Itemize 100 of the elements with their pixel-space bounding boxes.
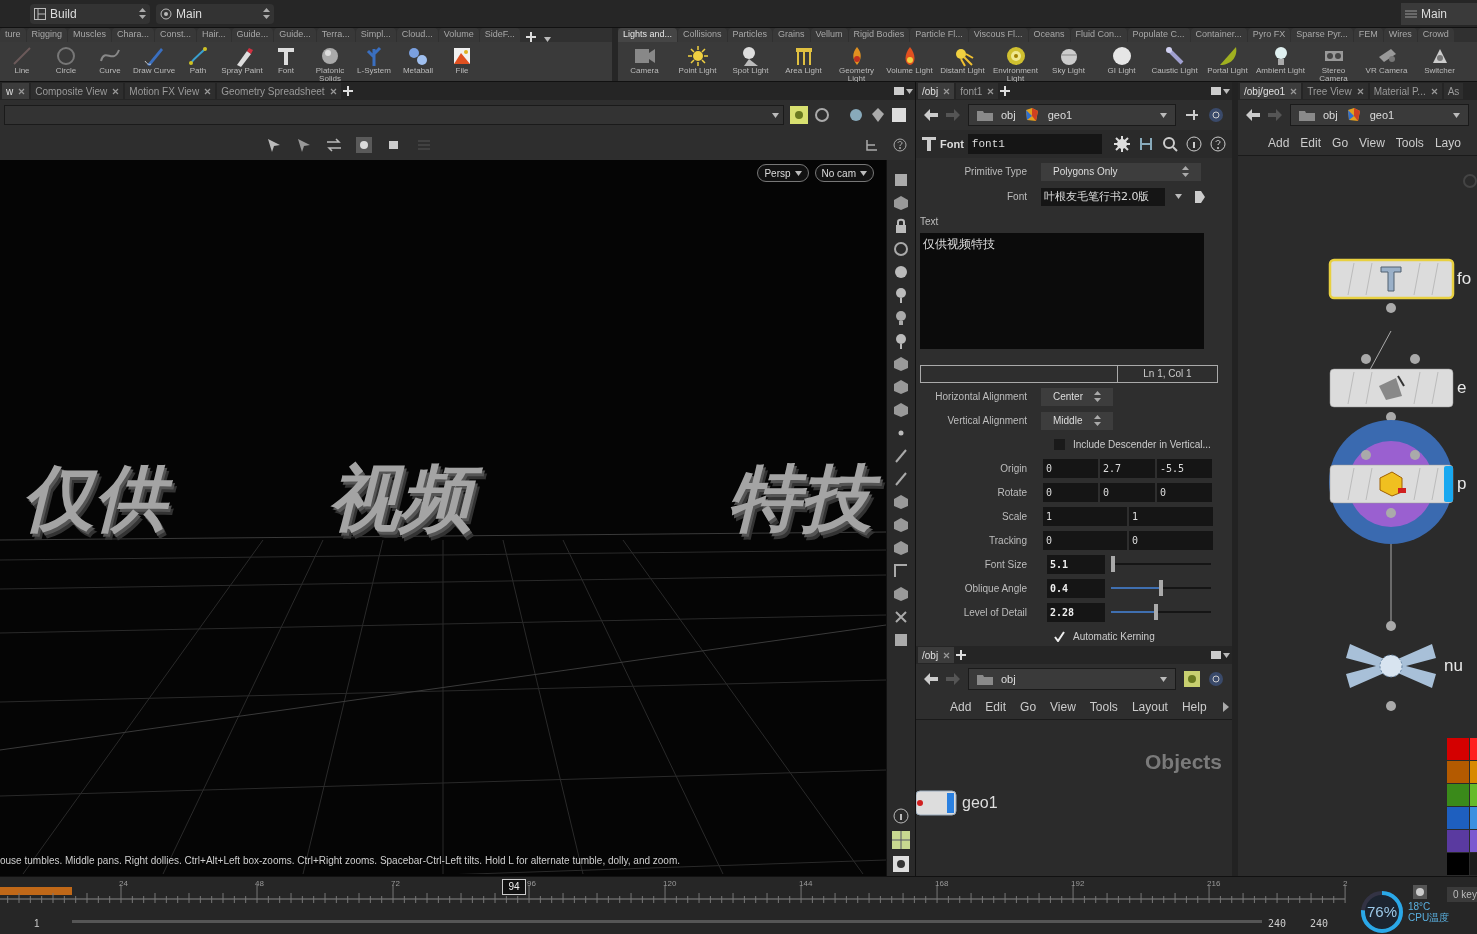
shelf-tab[interactable]: Crowd: [1417, 28, 1454, 42]
number-field[interactable]: 2.7: [1100, 458, 1155, 478]
back-arrow-icon[interactable]: [924, 673, 938, 685]
eye-icon[interactable]: [893, 856, 909, 872]
close-icon[interactable]: [204, 87, 212, 95]
number-field[interactable]: 2.28: [1047, 602, 1105, 622]
menu-item[interactable]: Layo: [1434, 133, 1461, 152]
shelf-tab[interactable]: ture: [0, 28, 26, 42]
realtime-icon[interactable]: [1413, 885, 1427, 899]
shelf-tool[interactable]: Camera: [618, 45, 671, 75]
plus-icon[interactable]: [1000, 86, 1011, 96]
file-chooser-icon[interactable]: [1193, 189, 1207, 204]
dropdown-menu[interactable]: Polygons Only: [1041, 162, 1201, 181]
pane-tab[interactable]: w: [2, 83, 30, 99]
caret-icon[interactable]: [1223, 88, 1230, 94]
updown-arrows-icon[interactable]: [139, 8, 146, 19]
pane-tab[interactable]: /obj: [918, 83, 955, 99]
menu-item[interactable]: Layout: [1131, 697, 1168, 716]
shelf-tab[interactable]: SideF...: [479, 28, 520, 42]
close-icon[interactable]: [943, 87, 951, 95]
shelf-tool[interactable]: Switcher: [1413, 45, 1466, 75]
slider-track[interactable]: [1111, 580, 1211, 597]
cube-icon[interactable]: [893, 195, 909, 211]
pane-tab[interactable]: font1: [956, 83, 999, 99]
back-arrow-icon[interactable]: [1246, 109, 1260, 121]
back-arrow-icon[interactable]: [924, 109, 938, 121]
shelf-tab[interactable]: Viscous Fl...: [968, 28, 1028, 42]
shelf-tool[interactable]: Area Light: [777, 45, 830, 75]
shelf-tab[interactable]: Collisions: [678, 28, 727, 42]
gear-icon[interactable]: [1114, 136, 1130, 152]
plus-icon[interactable]: [956, 650, 967, 660]
cube-icon[interactable]: [893, 540, 909, 556]
menu-item[interactable]: Go: [1020, 697, 1037, 716]
number-field[interactable]: 5.1: [1047, 554, 1105, 574]
pointer-icon[interactable]: [296, 137, 312, 153]
close-icon[interactable]: [1356, 87, 1364, 95]
menu-item[interactable]: View: [1050, 697, 1076, 716]
shelf-tab[interactable]: Guide...: [274, 28, 316, 42]
shelf-tab[interactable]: Oceans: [1028, 28, 1070, 42]
plus-icon[interactable]: [342, 86, 353, 96]
shelf-tool[interactable]: GI Light: [1095, 45, 1148, 75]
menu-item[interactable]: Edit: [985, 697, 1007, 716]
shelf-tool[interactable]: Caustic Light: [1148, 45, 1201, 75]
pane-tab[interactable]: /obj/geo1: [1240, 83, 1302, 99]
shelf-tab[interactable]: Rigging: [26, 28, 68, 42]
path-field[interactable]: [4, 105, 784, 125]
shelf-tool[interactable]: File: [440, 45, 484, 75]
close-icon[interactable]: [329, 87, 337, 95]
slider-thumb[interactable]: [1111, 556, 1115, 573]
number-field[interactable]: 0: [1157, 482, 1212, 502]
menu-item[interactable]: Help: [1181, 697, 1207, 716]
path-field[interactable]: obj geo1: [1290, 104, 1469, 126]
shelf-tool[interactable]: VR Camera: [1360, 45, 1413, 75]
corner-icon[interactable]: [893, 563, 909, 579]
square-icon[interactable]: [893, 632, 909, 648]
cube-icon[interactable]: [893, 586, 909, 602]
cube-icon[interactable]: [893, 494, 909, 510]
shelf-tab[interactable]: Lights and...: [618, 28, 678, 42]
shelf-tab[interactable]: Volume: [438, 28, 479, 42]
circle-icon[interactable]: [814, 107, 830, 123]
number-field[interactable]: 0: [1043, 530, 1127, 550]
camera-menu[interactable]: Persp: [757, 164, 809, 182]
info-icon[interactable]: [1186, 136, 1202, 152]
slider-thumb[interactable]: [1154, 604, 1158, 621]
shelf-tool[interactable]: Circle: [44, 45, 88, 75]
shelf-tab[interactable]: FEM: [1353, 28, 1383, 42]
number-field[interactable]: -5.5: [1157, 458, 1212, 478]
input-connector[interactable]: [1386, 621, 1396, 631]
slider-track[interactable]: [1111, 604, 1211, 621]
updown-arrows-icon[interactable]: [1094, 391, 1101, 403]
shelf-tool[interactable]: L-System: [352, 45, 396, 75]
shelf-tool[interactable]: Portal Light: [1201, 45, 1254, 75]
menu-item[interactable]: View: [1359, 133, 1385, 152]
menu-item[interactable]: Go: [1332, 133, 1349, 152]
shelf-tool[interactable]: Curve: [88, 45, 132, 75]
node-name-field[interactable]: font1: [967, 134, 1102, 154]
pane-tab[interactable]: Motion FX View: [125, 83, 216, 99]
help-icon[interactable]: [893, 138, 907, 152]
caret-icon[interactable]: [860, 170, 867, 176]
shelf-tab[interactable]: Populate C...: [1127, 28, 1190, 42]
shelf-tool[interactable]: Platonic Solids: [308, 45, 352, 83]
shelf-tool[interactable]: Line: [0, 45, 44, 75]
shelf-tool[interactable]: Spot Light: [724, 45, 777, 75]
dots-square-icon[interactable]: [356, 137, 372, 153]
pane-tab[interactable]: Material P...: [1369, 83, 1442, 99]
number-field[interactable]: 1: [1129, 506, 1213, 526]
color-swatch[interactable]: [1447, 853, 1469, 875]
cube-icon[interactable]: [893, 379, 909, 395]
shelf-tab[interactable]: Terra...: [316, 28, 355, 42]
menu-item[interactable]: Tools: [1089, 697, 1118, 716]
close-icon[interactable]: [1430, 87, 1438, 95]
input-connector[interactable]: [1410, 450, 1420, 460]
close-icon[interactable]: [987, 87, 995, 95]
brush-icon[interactable]: [893, 471, 909, 487]
color-swatch[interactable]: [1447, 807, 1469, 829]
shelf-tool[interactable]: Font: [264, 45, 308, 75]
bulb-icon[interactable]: [893, 310, 909, 326]
color-swatch[interactable]: [1447, 738, 1469, 760]
caret-icon[interactable]: [906, 88, 913, 94]
shelf-tab[interactable]: Particles: [727, 28, 773, 42]
